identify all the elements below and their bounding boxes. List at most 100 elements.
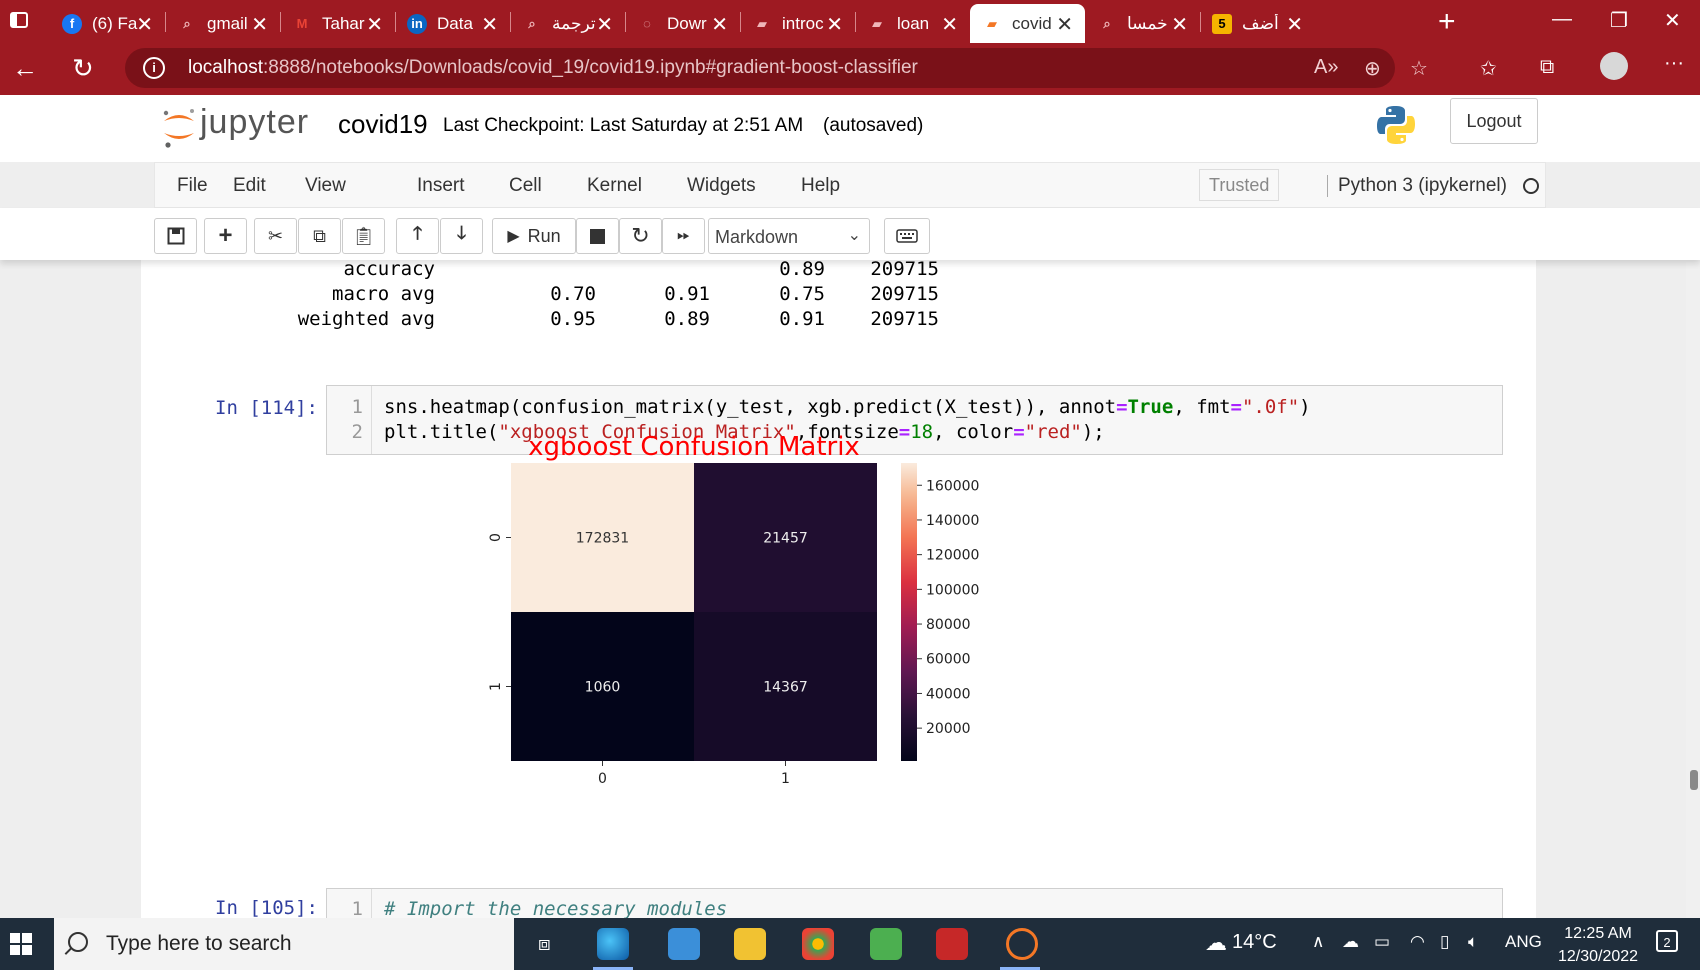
restart-run-all-button[interactable]: ⏩︎ <box>662 218 705 254</box>
browser-tab[interactable]: ▰ introc ✕ <box>740 4 855 43</box>
move-up-button[interactable]: 🡑 <box>396 218 439 254</box>
notebook-name[interactable]: covid19 <box>338 109 428 140</box>
browser-tab[interactable]: ⌕ gmail ✕ <box>165 4 280 43</box>
address-bar[interactable]: i localhost:8888/notebooks/Downloads/cov… <box>125 48 1395 88</box>
code-cell-105[interactable]: 1 # Import the necessary modules <box>326 888 1503 918</box>
move-down-button[interactable]: 🡓 <box>440 218 483 254</box>
mail-app-icon[interactable] <box>668 928 700 960</box>
cloudy-weather-icon[interactable]: ☁ <box>1205 930 1227 956</box>
battery-icon[interactable]: ▭ <box>1374 932 1390 952</box>
jupyter-icon: ◌ <box>643 16 651 31</box>
file-explorer-icon[interactable] <box>734 928 766 960</box>
cell-type-select[interactable]: Markdown ⌄ <box>708 218 870 254</box>
edge-app-icon[interactable] <box>597 928 629 960</box>
close-tab-icon[interactable]: ✕ <box>941 12 958 37</box>
report-precision: 0.95 <box>550 308 596 330</box>
insert-cell-button[interactable]: + <box>204 218 247 254</box>
page-scrollbar[interactable] <box>1686 262 1700 918</box>
taskbar-search-box[interactable]: Type here to search <box>54 918 514 970</box>
menu-widgets[interactable]: Widgets <box>687 175 756 197</box>
clock[interactable]: 12:25 AM 12/30/2022 <box>1548 922 1648 968</box>
cut-button[interactable]: ✂ <box>254 218 297 254</box>
menu-insert[interactable]: Insert <box>417 175 465 197</box>
weather-temperature[interactable]: 14°C <box>1232 931 1277 954</box>
plus-icon: + <box>218 222 233 249</box>
read-aloud-icon[interactable]: A» <box>1314 56 1338 79</box>
close-tab-icon[interactable]: ✕ <box>481 12 498 37</box>
restore-button[interactable]: ❐ <box>1610 8 1628 33</box>
run-button[interactable]: ▶ Run <box>492 218 576 254</box>
site-info-icon[interactable]: i <box>143 57 165 79</box>
browser-tab[interactable]: in Data ✕ <box>395 4 510 43</box>
volume-icon[interactable]: 🔈︎ <box>1468 932 1478 952</box>
browser-tab[interactable]: ◌ Dowr ✕ <box>625 4 740 43</box>
zoom-icon[interactable]: ⊕ <box>1364 56 1381 81</box>
close-tab-icon[interactable]: ✕ <box>596 12 613 37</box>
jupyter-logo-icon[interactable] <box>160 105 198 149</box>
code-token: True <box>1127 396 1174 418</box>
browser-tab[interactable]: ▰ covid ✕ <box>970 4 1085 43</box>
favorites-icon[interactable]: ✩ <box>1480 56 1497 81</box>
windows-start-icon[interactable] <box>10 933 32 955</box>
report-recall: 0.91 <box>664 283 710 305</box>
wifi-icon[interactable]: ◠ <box>1410 932 1425 952</box>
menu-kernel[interactable]: Kernel <box>587 175 642 197</box>
menu-file[interactable]: File <box>177 175 208 197</box>
show-hidden-icons-icon[interactable]: ∧ <box>1312 932 1324 952</box>
store-app-icon[interactable] <box>870 928 902 960</box>
menu-view[interactable]: View <box>305 175 346 197</box>
interrupt-button[interactable] <box>576 218 619 254</box>
collections-icon[interactable]: ⧉ <box>1540 56 1554 79</box>
close-tab-icon[interactable]: ✕ <box>1171 12 1188 37</box>
browser-tab[interactable]: f (6) Fa ✕ <box>50 4 165 43</box>
report-label: accuracy <box>343 260 435 280</box>
close-tab-icon[interactable]: ✕ <box>1286 12 1303 37</box>
close-tab-icon[interactable]: ✕ <box>711 12 728 37</box>
menu-help[interactable]: Help <box>801 175 840 197</box>
browser-tab[interactable]: ⌕ خمسا ✕ <box>1085 4 1200 43</box>
new-tab-button[interactable]: + <box>1438 4 1456 40</box>
browser-tab[interactable]: ▰ loan ✕ <box>855 4 970 43</box>
jupyter-app-icon[interactable] <box>1006 928 1038 960</box>
command-palette-button[interactable] <box>884 218 930 254</box>
menu-edit[interactable]: Edit <box>233 175 266 197</box>
report-label: macro avg <box>332 283 435 305</box>
menu-cell[interactable]: Cell <box>509 175 542 197</box>
device-icon[interactable]: ▯ <box>1440 932 1449 952</box>
browser-tab[interactable]: 5 أضف ✕ <box>1200 4 1315 43</box>
cell-prompt-114: In [114]: <box>215 397 318 419</box>
more-menu-icon[interactable]: ··· <box>1664 52 1684 75</box>
input-language[interactable]: ANG <box>1505 932 1542 952</box>
close-tab-icon[interactable]: ✕ <box>366 12 383 37</box>
save-icon <box>167 227 184 245</box>
refresh-icon[interactable]: ↻ <box>72 53 94 84</box>
url-text[interactable]: localhost:8888/notebooks/Downloads/covid… <box>188 57 918 79</box>
chrome-app-icon[interactable] <box>802 928 834 960</box>
profile-avatar[interactable] <box>1600 52 1628 80</box>
task-view-icon[interactable]: ⧈ <box>538 933 551 956</box>
close-tab-icon[interactable]: ✕ <box>826 12 843 37</box>
restart-button[interactable]: ↻ <box>619 218 662 254</box>
notification-center-icon[interactable]: 2 <box>1656 930 1678 952</box>
antivirus-app-icon[interactable] <box>936 928 968 960</box>
save-button[interactable] <box>154 218 197 254</box>
report-support: 209715 <box>870 308 939 330</box>
logout-button[interactable]: Logout <box>1450 98 1538 144</box>
tab-actions-icon[interactable] <box>10 12 28 28</box>
close-window-button[interactable]: ✕ <box>1664 8 1681 33</box>
close-tab-icon[interactable]: ✕ <box>1056 12 1073 37</box>
minimize-button[interactable]: — <box>1552 8 1572 31</box>
trusted-indicator[interactable]: Trusted <box>1199 169 1280 201</box>
close-tab-icon[interactable]: ✕ <box>136 12 153 37</box>
browser-tab[interactable]: M Tahar ✕ <box>280 4 395 43</box>
close-tab-icon[interactable]: ✕ <box>251 12 268 37</box>
add-favorite-icon[interactable]: ☆ <box>1410 56 1428 81</box>
code-token: = <box>1116 396 1128 418</box>
back-arrow-icon[interactable]: ← <box>12 53 38 84</box>
report-f1: 0.75 <box>779 283 825 305</box>
scrollbar-thumb[interactable] <box>1690 770 1698 790</box>
browser-tab[interactable]: ⌕ ترجمة ✕ <box>510 4 625 43</box>
copy-button[interactable]: ⧉ <box>298 218 341 254</box>
paste-button[interactable]: 📋︎ <box>342 218 385 254</box>
onedrive-icon[interactable]: ☁ <box>1342 932 1359 952</box>
